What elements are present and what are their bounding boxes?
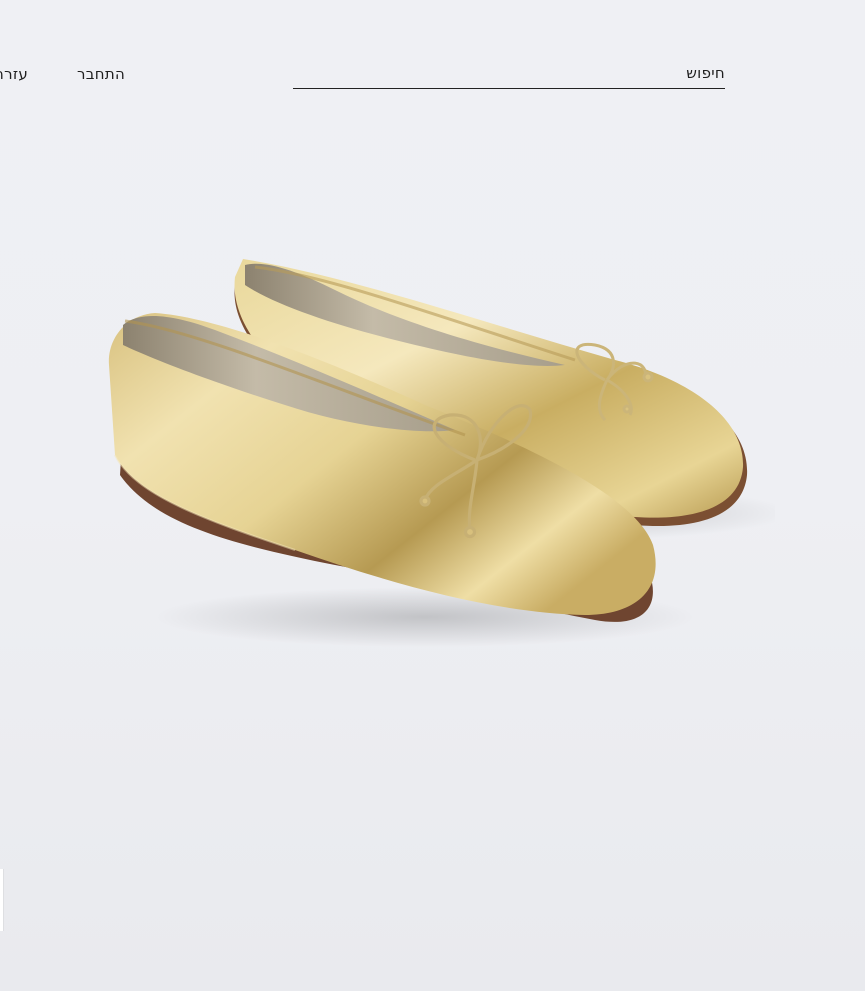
search-label: חיפוש xyxy=(686,64,725,82)
product-image[interactable] xyxy=(95,245,775,655)
side-drawer-tab[interactable] xyxy=(0,869,3,931)
login-link[interactable]: התחבר xyxy=(77,65,125,83)
help-link[interactable]: עזרה xyxy=(0,65,28,83)
search-field[interactable]: חיפוש xyxy=(293,60,725,89)
site-header: חיפוש התחבר עזרה xyxy=(0,0,865,110)
